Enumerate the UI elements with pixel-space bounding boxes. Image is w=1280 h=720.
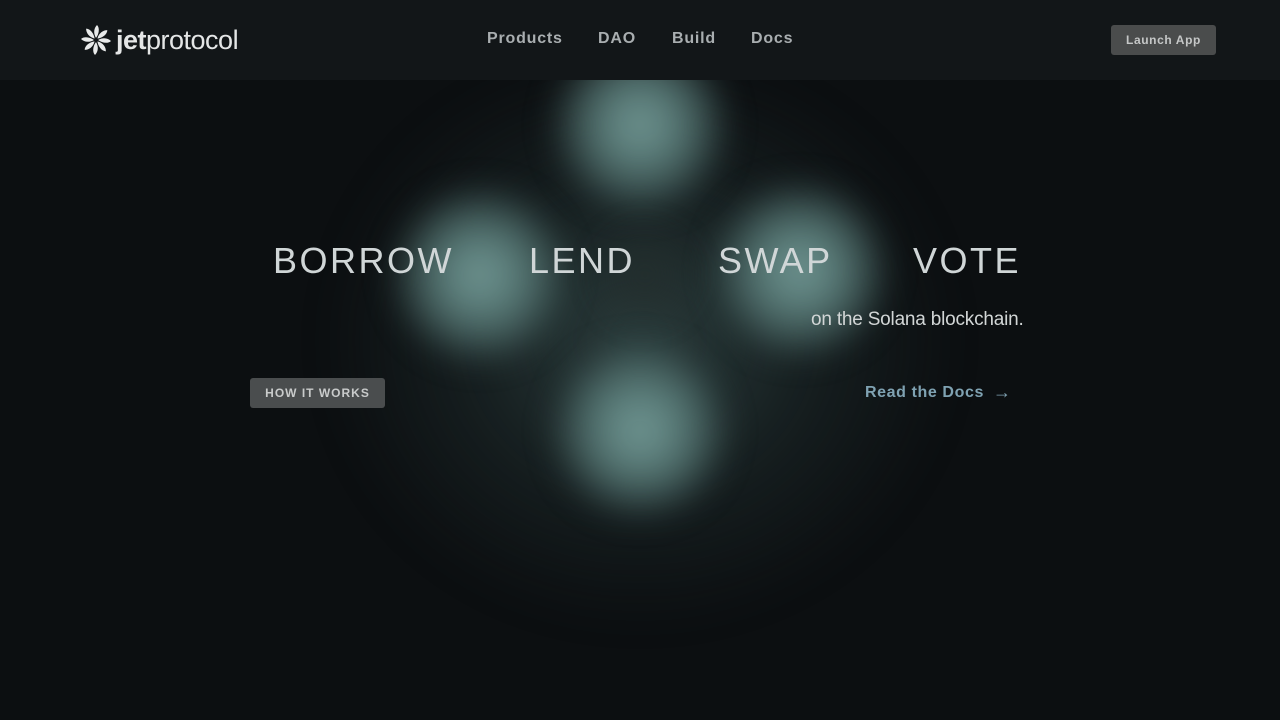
arrow-right-icon: → [992, 382, 1012, 402]
hero-verb-lend: LEND [529, 240, 636, 281]
nav-item-docs[interactable]: Docs [751, 30, 793, 48]
hero-verb-borrow: BORROW [273, 240, 454, 281]
nav-item-products[interactable]: Products [487, 30, 563, 48]
site-header: jetprotocol Products DAO Build Docs Laun… [0, 0, 1280, 80]
read-the-docs-link[interactable]: Read the Docs → [865, 382, 1012, 403]
page: jetprotocol Products DAO Build Docs Laun… [0, 0, 1280, 720]
main-nav: Products DAO Build Docs [0, 0, 1280, 80]
glow-blob-bottom [555, 345, 725, 515]
read-the-docs-label: Read the Docs [865, 383, 984, 401]
launch-app-button[interactable]: Launch App [1111, 25, 1216, 55]
how-it-works-button[interactable]: HOW IT WORKS [250, 378, 385, 408]
glow-halo [330, 60, 950, 620]
nav-item-build[interactable]: Build [672, 30, 716, 48]
hero-subtitle: on the Solana blockchain. [811, 309, 1024, 330]
nav-item-dao[interactable]: DAO [598, 30, 636, 48]
hero-verb-vote: VOTE [913, 240, 1022, 281]
hero-verb-swap: SWAP [718, 240, 833, 281]
